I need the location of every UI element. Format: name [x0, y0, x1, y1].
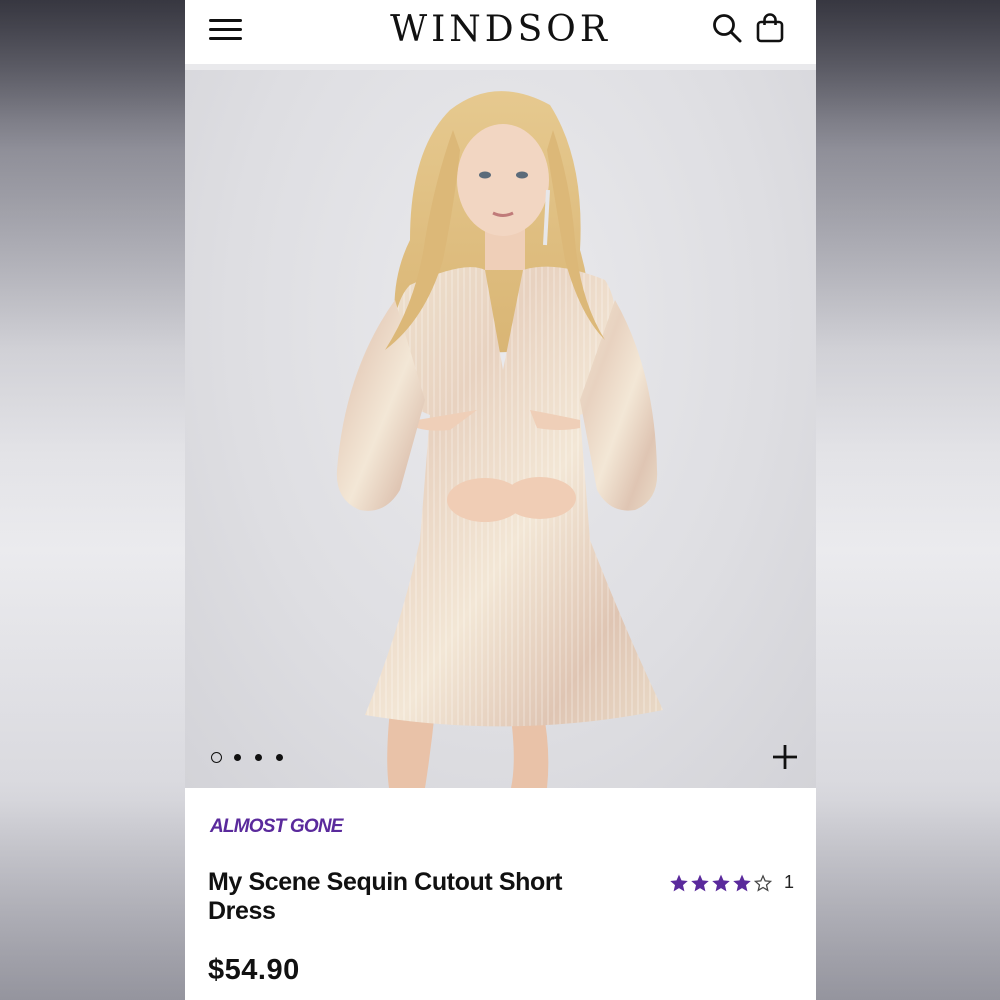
carousel-dot-active[interactable] [211, 751, 222, 763]
search-icon[interactable] [711, 12, 743, 44]
carousel-dot[interactable] [234, 753, 241, 761]
carousel-indicators [211, 750, 297, 764]
background-right [815, 0, 1000, 1000]
product-price: $54.90 [208, 954, 300, 986]
stock-badge: ALMOST GONE [210, 816, 343, 837]
carousel-dot[interactable] [276, 753, 283, 761]
product-title: My Scene Sequin Cutout Short Dress [208, 868, 563, 925]
shopping-bag-icon[interactable] [755, 12, 785, 44]
background-left [0, 0, 185, 1000]
product-image[interactable] [185, 70, 816, 788]
star-filled-icon [691, 874, 709, 891]
star-filled-icon [670, 874, 688, 891]
star-empty-icon [753, 873, 773, 892]
star-filled-icon [733, 874, 751, 891]
product-info: ALMOST GONE My Scene Sequin Cutout Short… [185, 788, 816, 1000]
model-photo [336, 91, 663, 788]
star-filled-icon [712, 874, 730, 891]
site-header: WINDSOR [185, 0, 816, 64]
plus-icon[interactable] [771, 743, 799, 771]
product-rating[interactable]: 1 [669, 872, 794, 893]
review-count[interactable]: 1 [784, 872, 794, 893]
carousel-dot[interactable] [255, 753, 262, 761]
phone-screen: WINDSOR ALMOST GONE My Scene Sequin Cuto… [185, 0, 816, 1000]
